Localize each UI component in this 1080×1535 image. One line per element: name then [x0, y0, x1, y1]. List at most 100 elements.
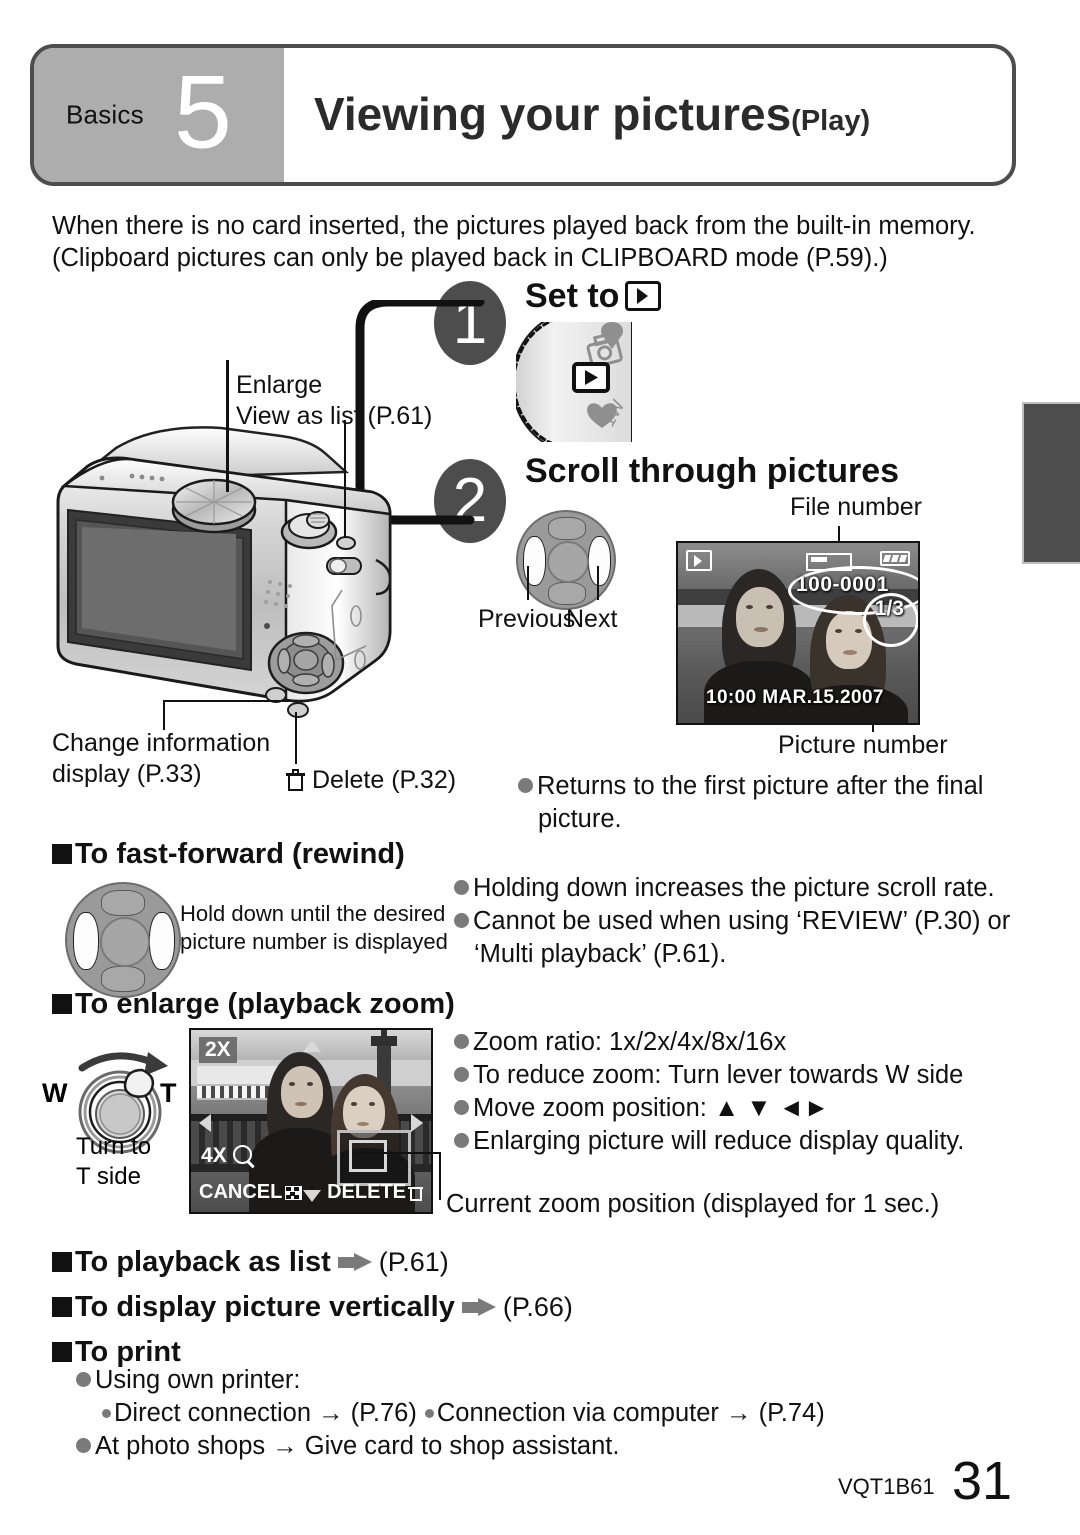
camera-illustration: [46, 410, 466, 720]
fast-forward-hint-line2: picture number is displayed: [180, 929, 448, 954]
zoom-lever-hint-line1: Turn to: [76, 1133, 152, 1160]
fast-forward-hint: Hold down until the desired picture numb…: [180, 900, 448, 956]
callout-delete: Delete (P.32): [286, 765, 456, 796]
page-header: Basics 5 Viewing your pictures(Play): [30, 44, 1016, 186]
print-own-printer: Using own printer:: [95, 1366, 301, 1394]
zoom-lever-hint-line2: T side: [76, 1163, 141, 1190]
bullet-dot-small: [102, 1409, 111, 1418]
intro-text: When there is no card inserted, the pict…: [52, 210, 992, 274]
leader-line-current-zoom-h: [355, 1152, 441, 1154]
section-display-vertically-label: To display picture vertically: [75, 1291, 455, 1323]
step-1-heading: Set to: [525, 277, 662, 316]
note-cannot-line1: Cannot be used when using ‘REVIEW’ (P.30…: [473, 907, 1011, 935]
section-fast-forward-label: To fast-forward (rewind): [75, 838, 405, 870]
section-playback-zoom-label: To enlarge (playback zoom): [75, 988, 455, 1020]
print-computer: Connection via computer → (P.74): [436, 1399, 825, 1427]
note-returns-line1: Returns to the first picture after the f…: [537, 772, 984, 800]
print-photo-shops: At photo shops → Give card to shop assis…: [95, 1432, 620, 1460]
zoom-next-ratio: 4X: [201, 1144, 252, 1168]
callout-next: Next: [566, 605, 618, 633]
zoom-delete-text: DELETE: [327, 1181, 406, 1203]
print-direct: Direct connection → (P.76): [114, 1399, 417, 1427]
header-chapter-number: 5: [174, 54, 232, 171]
lcd-osd-overlay: 100-0001 1/3 10:00 MAR.15.2007: [678, 543, 918, 723]
zoom-next-ratio-label: 4X: [201, 1144, 227, 1167]
playback-zoom-notes: Zoom ratio: 1x/2x/4x/8x/16x To reduce zo…: [454, 1026, 1044, 1158]
callout-change-line1: Change information: [52, 729, 271, 757]
leader-line-next: [597, 566, 599, 600]
zoom-cancel-text: CANCEL: [199, 1181, 283, 1203]
note-holding: Holding down increases the picture scrol…: [473, 874, 995, 902]
section-fast-forward: To fast-forward (rewind): [52, 838, 405, 871]
lcd-play-mode-icon: [686, 550, 712, 571]
leader-line-viewaslist: [344, 420, 346, 538]
step-1-heading-text: Set to: [525, 277, 620, 315]
zoom-left-arrow-icon: [199, 1114, 211, 1132]
arrow-right-icon: [461, 1298, 496, 1317]
footer-document-code: VQT1B61: [838, 1474, 935, 1499]
zoom-delete-label: DELETE: [327, 1181, 423, 1204]
zoom-lcd-screen: 2X 4X CANCEL DELETE: [189, 1028, 433, 1214]
trash-icon-white: [408, 1184, 423, 1201]
zoom-right-arrow-icon: [411, 1114, 423, 1132]
manual-page: Basics 5 Viewing your pictures(Play) Whe…: [0, 0, 1080, 1535]
zoom-ratio-badge: 2X: [199, 1037, 237, 1063]
zoom-position-indicator-inner: [349, 1140, 387, 1172]
intro-line-2: (Clipboard pictures can only be played b…: [52, 244, 888, 272]
intro-line-1: When there is no card inserted, the pict…: [52, 212, 976, 240]
bullet-dot: [454, 1034, 469, 1049]
zoom-note-3: Enlarging picture will reduce display qu…: [473, 1127, 965, 1155]
zoom-up-arrow-icon: [303, 1040, 321, 1052]
lcd-battery-icon: [880, 551, 910, 566]
mode-dial-illustration: 1W: [516, 322, 632, 442]
bullet-dot: [454, 880, 469, 895]
leader-line-changeinfo: [163, 700, 289, 702]
leader-line-current-zoom-v: [439, 1152, 441, 1200]
zoom-lever-hint: Turn to T side: [76, 1132, 151, 1192]
lcd-picture-number: 1/3: [874, 597, 904, 620]
lcd-file-number: 100-0001: [796, 573, 889, 596]
bullet-dot: [454, 913, 469, 928]
zoom-down-arrow-icon: [303, 1190, 321, 1202]
bullet-dot: [76, 1438, 91, 1453]
callout-previous: Previous: [478, 605, 576, 633]
bullet-dot: [454, 1133, 469, 1148]
leader-line-enlarge: [226, 360, 229, 492]
section-playback-zoom: To enlarge (playback zoom): [52, 988, 455, 1021]
dpad-fast-forward-diagram: [65, 882, 181, 998]
callout-enlarge: Enlarge View as list (P.61): [236, 370, 432, 432]
zoom-note-0: Zoom ratio: 1x/2x/4x/8x/16x: [473, 1028, 787, 1056]
page-title-main: Viewing your pictures: [314, 87, 792, 140]
square-bullet-icon: [52, 844, 72, 864]
note-returns-line2: picture.: [538, 805, 622, 833]
zoom-cancel-label: CANCEL: [199, 1181, 303, 1204]
section-playback-as-list-label: To playback as list: [75, 1246, 331, 1278]
section-display-vertically: To display picture vertically (P.66): [52, 1291, 573, 1324]
leader-line-changeinfo-v: [163, 700, 165, 730]
note-cannot-line2: ‘Multi playback’ (P.61).: [474, 940, 727, 968]
callout-current-zoom-position: Current zoom position (displayed for 1 s…: [446, 1190, 940, 1218]
callout-file-number: File number: [790, 493, 922, 521]
bullet-dot: [518, 778, 533, 793]
callout-delete-label: Delete (P.32): [312, 766, 457, 794]
arrow-right-icon: [337, 1253, 372, 1272]
zoom-note-2: Move zoom position: ▲ ▼ ◄►: [473, 1094, 830, 1122]
zoom-lever-w-label: W: [42, 1078, 68, 1108]
fast-forward-hint-line1: Hold down until the desired: [180, 901, 446, 926]
callout-enlarge-line1: Enlarge: [236, 371, 323, 399]
callout-change-line2: display (P.33): [52, 760, 202, 788]
mode-dial-svg: 1W: [516, 322, 632, 442]
multi-playback-icon: [285, 1186, 303, 1200]
lcd-preview-screen: 100-0001 1/3 10:00 MAR.15.2007: [676, 541, 920, 725]
step-2-heading: Scroll through pictures: [525, 452, 900, 490]
section-display-vertically-page: (P.66): [502, 1292, 573, 1322]
zoom-lever-t-label: T: [160, 1078, 177, 1108]
dpad-scroll-diagram: [516, 510, 616, 610]
note-fast-forward-list: Holding down increases the picture scrol…: [454, 872, 1024, 971]
square-bullet-icon: [52, 1252, 72, 1272]
trash-icon: [286, 769, 305, 791]
leader-line-delete: [295, 712, 297, 764]
header-category: Basics: [66, 99, 144, 130]
square-bullet-icon: [52, 994, 72, 1014]
chapter-side-tab: [1022, 402, 1080, 564]
